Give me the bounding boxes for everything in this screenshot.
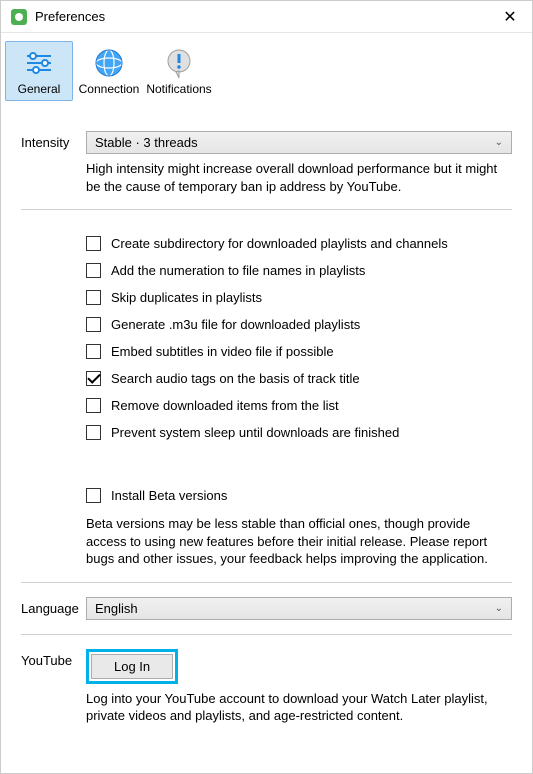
option-create-subdir[interactable]: Create subdirectory for downloaded playl… <box>86 236 512 251</box>
intensity-value: Stable · 3 threads <box>95 135 198 150</box>
checkbox-icon <box>86 344 101 359</box>
login-highlight: Log In <box>86 649 178 684</box>
checkbox-icon <box>86 290 101 305</box>
intensity-row: Intensity Stable · 3 threads ⌄ High inte… <box>21 131 512 195</box>
option-generate-m3u[interactable]: Generate .m3u file for downloaded playli… <box>86 317 512 332</box>
option-label: Embed subtitles in video file if possibl… <box>111 344 334 359</box>
login-button[interactable]: Log In <box>91 654 173 679</box>
tab-connection[interactable]: Connection <box>75 41 143 101</box>
option-label: Install Beta versions <box>111 488 227 503</box>
window-title: Preferences <box>35 9 498 24</box>
separator <box>21 634 512 635</box>
tab-general-label: General <box>18 82 61 96</box>
option-install-beta[interactable]: Install Beta versions <box>86 488 512 503</box>
option-label: Create subdirectory for downloaded playl… <box>111 236 448 251</box>
option-skip-duplicates[interactable]: Skip duplicates in playlists <box>86 290 512 305</box>
option-search-audio-tags[interactable]: Search audio tags on the basis of track … <box>86 371 512 386</box>
youtube-help: Log into your YouTube account to downloa… <box>86 690 512 725</box>
checkbox-icon <box>86 317 101 332</box>
language-value: English <box>95 601 138 616</box>
app-icon <box>11 9 27 25</box>
titlebar: Preferences ✕ <box>1 1 532 33</box>
toolbar: General Connection Notifications <box>1 33 532 107</box>
option-prevent-sleep[interactable]: Prevent system sleep until downloads are… <box>86 425 512 440</box>
option-add-numeration[interactable]: Add the numeration to file names in play… <box>86 263 512 278</box>
notification-icon <box>162 46 196 80</box>
option-label: Search audio tags on the basis of track … <box>111 371 360 386</box>
tab-notifications-label: Notifications <box>146 82 211 96</box>
checkbox-checked-icon <box>86 371 101 386</box>
content-area: Intensity Stable · 3 threads ⌄ High inte… <box>1 107 532 751</box>
language-row: Language English ⌄ <box>21 597 512 620</box>
option-label: Skip duplicates in playlists <box>111 290 262 305</box>
close-button[interactable]: ✕ <box>498 7 522 27</box>
checkbox-icon <box>86 425 101 440</box>
beta-help: Beta versions may be less stable than of… <box>86 515 512 568</box>
intensity-help: High intensity might increase overall do… <box>86 160 512 195</box>
youtube-label: YouTube <box>21 649 86 725</box>
intensity-label: Intensity <box>21 131 86 195</box>
option-remove-downloaded[interactable]: Remove downloaded items from the list <box>86 398 512 413</box>
checkbox-icon <box>86 263 101 278</box>
options-row: Create subdirectory for downloaded playl… <box>21 224 512 568</box>
tab-general[interactable]: General <box>5 41 73 101</box>
checkbox-icon <box>86 488 101 503</box>
checkbox-icon <box>86 398 101 413</box>
sliders-icon <box>22 46 56 80</box>
chevron-down-icon: ⌄ <box>495 137 503 148</box>
checkbox-icon <box>86 236 101 251</box>
option-label: Add the numeration to file names in play… <box>111 263 365 278</box>
separator <box>21 582 512 583</box>
option-label: Generate .m3u file for downloaded playli… <box>111 317 360 332</box>
separator <box>21 209 512 210</box>
intensity-dropdown[interactable]: Stable · 3 threads ⌄ <box>86 131 512 154</box>
language-dropdown[interactable]: English ⌄ <box>86 597 512 620</box>
tab-notifications[interactable]: Notifications <box>145 41 213 101</box>
chevron-down-icon: ⌄ <box>495 603 503 614</box>
globe-icon <box>92 46 126 80</box>
language-label: Language <box>21 597 86 620</box>
option-embed-subtitles[interactable]: Embed subtitles in video file if possibl… <box>86 344 512 359</box>
youtube-row: YouTube Log In Log into your YouTube acc… <box>21 649 512 725</box>
option-label: Remove downloaded items from the list <box>111 398 339 413</box>
option-label: Prevent system sleep until downloads are… <box>111 425 399 440</box>
tab-connection-label: Connection <box>79 82 140 96</box>
